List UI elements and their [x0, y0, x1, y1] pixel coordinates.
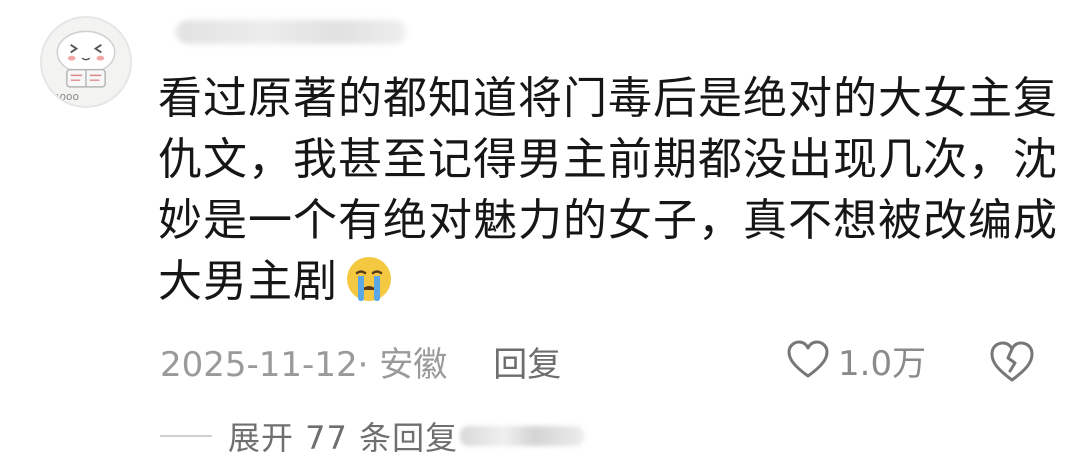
reply-button[interactable]: 回复 [493, 337, 561, 386]
divider [160, 435, 212, 437]
like-button[interactable]: 1.0万 [786, 336, 926, 384]
svg-text:¡ooo: ¡ooo [55, 91, 79, 103]
crying-face-emoji-icon [347, 257, 391, 301]
comment-item: ¡ooo 看过原著的都知道将门毒后是绝对的大女主复 仇文，我甚至记得男主前期都没… [0, 0, 1080, 464]
comment-line-last: 大男主剧 [158, 251, 1038, 312]
like-count: 1.0万 [838, 343, 927, 384]
expand-replies-button[interactable]: 展开 77 条回复 [160, 414, 585, 458]
heart-outline-icon [787, 340, 829, 378]
comment-date-location: 2025-11-12· 安徽 [160, 344, 448, 385]
comment-line: 仇文，我甚至记得男主前期都没出现几次，沈 [158, 134, 1058, 185]
expand-replies-label: 展开 77 条回复 [228, 419, 459, 457]
obscured-text [460, 426, 585, 446]
dislike-button[interactable] [988, 340, 1036, 384]
comment-line: 大男主剧 [158, 256, 338, 307]
comment-text: 看过原著的都知道将门毒后是绝对的大女主复 仇文，我甚至记得男主前期都没出现几次，… [158, 68, 1058, 312]
comment-line: 妙是一个有绝对魅力的女子，真不想被改编成 [158, 195, 1058, 246]
comment-line: 看过原著的都知道将门毒后是绝对的大女主复 [158, 73, 1058, 124]
broken-heart-icon [990, 341, 1034, 382]
username-obscured[interactable] [176, 20, 406, 44]
avatar[interactable]: ¡ooo [40, 16, 132, 108]
comment-meta: 2025-11-12· 安徽 回复 [160, 337, 561, 386]
avatar-illustration: ¡ooo [55, 30, 116, 103]
